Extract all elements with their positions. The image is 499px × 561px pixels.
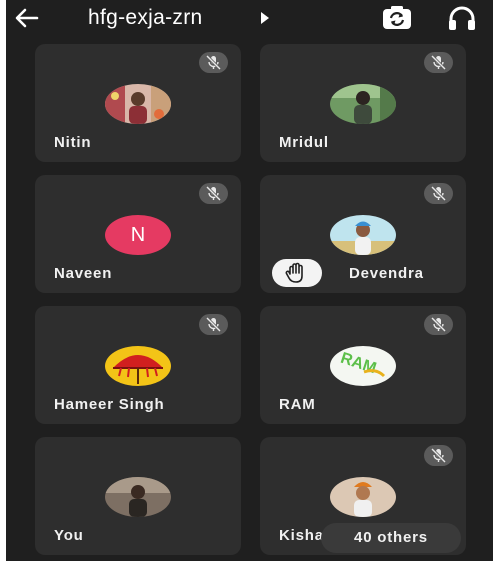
mute-badge: [199, 314, 228, 335]
raised-hand-badge: [272, 259, 322, 287]
mute-badge: [199, 183, 228, 204]
avatar: [105, 346, 171, 386]
switch-camera-button[interactable]: [380, 3, 414, 33]
meeting-screen: hfg-exja-zrn Nitin Mridul N Naveen Deven…: [6, 0, 493, 561]
avatar: N: [105, 215, 171, 255]
mute-badge: [199, 52, 228, 73]
mic-off-icon: [205, 185, 222, 202]
avatar-initial: N: [130, 224, 146, 246]
participant-tile-nitin[interactable]: Nitin: [35, 44, 241, 162]
avatar: [330, 84, 396, 124]
participant-name: RAM: [279, 396, 316, 413]
avatar: RAM: [330, 346, 396, 386]
meeting-code[interactable]: hfg-exja-zrn: [88, 6, 202, 30]
mic-off-icon: [205, 54, 222, 71]
participant-name: You: [54, 527, 84, 544]
avatar: [330, 477, 396, 517]
participant-name: Naveen: [54, 265, 113, 282]
participant-tile-ram[interactable]: RAM RAM: [260, 306, 466, 424]
participant-tile-devendra[interactable]: Devendra: [260, 175, 466, 293]
mic-off-icon: [430, 316, 447, 333]
caret-right-icon[interactable]: [260, 12, 270, 24]
avatar: [105, 477, 171, 517]
mic-off-icon: [430, 54, 447, 71]
raised-hand-icon: [285, 262, 303, 283]
mic-off-icon: [430, 447, 447, 464]
participant-name: Mridul: [279, 134, 329, 151]
participant-name: Devendra: [349, 265, 424, 282]
mute-badge: [424, 52, 453, 73]
headphones-icon: [449, 6, 475, 30]
top-bar: hfg-exja-zrn: [6, 0, 493, 38]
participant-tile-hameer-singh[interactable]: Hameer Singh: [35, 306, 241, 424]
mic-off-icon: [205, 316, 222, 333]
mute-badge: [424, 183, 453, 204]
participant-name: Nitin: [54, 134, 92, 151]
avatar: [105, 84, 171, 124]
audio-output-button[interactable]: [446, 4, 478, 34]
participant-name: Hameer Singh: [54, 396, 165, 413]
participant-tile-naveen[interactable]: N Naveen: [35, 175, 241, 293]
participant-tile-you[interactable]: You: [35, 437, 241, 555]
switch-camera-icon: [383, 6, 411, 29]
back-button[interactable]: [12, 3, 42, 33]
mic-off-icon: [430, 185, 447, 202]
participant-name: Kisha: [279, 527, 324, 544]
mute-badge: [424, 445, 453, 466]
mute-badge: [424, 314, 453, 335]
arrow-left-icon: [15, 8, 39, 28]
avatar: [330, 215, 396, 255]
participant-tile-mridul[interactable]: Mridul: [260, 44, 466, 162]
others-chip[interactable]: 40 others: [321, 523, 461, 553]
